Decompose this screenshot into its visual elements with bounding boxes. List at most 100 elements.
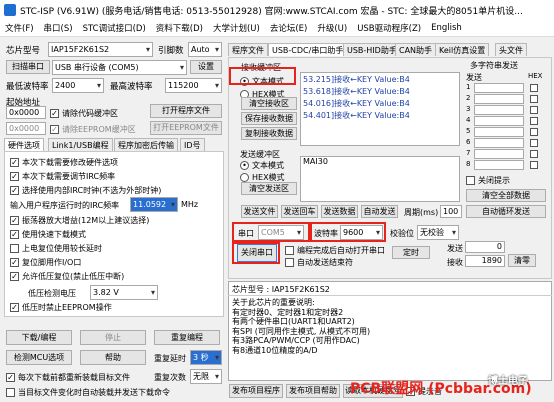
multi-row-hex-checkbox[interactable] (530, 128, 538, 136)
eeprom-addr-input[interactable]: 0x0000 (6, 122, 46, 135)
opt-gain[interactable]: ✓ 振荡器放大增益(12M以上建议选择) (10, 215, 149, 226)
send-data-button[interactable]: 发送数据 (321, 205, 358, 218)
delay-select[interactable]: 3 秒 (190, 350, 222, 365)
menu-usb-driver[interactable]: USB驱动程序(Z) (352, 22, 426, 34)
menu-file[interactable]: 文件(F) (0, 22, 39, 34)
copy-recv-button[interactable]: 复制接收数据 (241, 127, 297, 140)
publish-help-button[interactable]: 发布项目帮助 (286, 384, 340, 398)
scan-port-button[interactable]: 扫描串口 (6, 60, 50, 74)
opt-modify-hw[interactable]: ✓ 本次下载需要修改硬件选项 (10, 157, 118, 168)
count-select[interactable]: 无限 (190, 369, 222, 384)
tab-header[interactable]: 头文件 (495, 43, 527, 56)
menu-download[interactable]: 资料下载(D) (151, 22, 208, 34)
tab-keil[interactable]: Keil仿真设置 (435, 43, 490, 56)
info-line: 有SPI (可同用作主模式, 从模式不可用) (232, 326, 371, 336)
download-button[interactable]: 下载/编程 (6, 330, 72, 345)
timed-button[interactable]: 定时 (392, 246, 430, 259)
reload-label: 每次下载前都重新装载目标文件 (18, 373, 130, 382)
app-window: STC-ISP (V6.91W) (服务电话/销售电话: 0513-550129… (0, 0, 554, 402)
detect-mcu-button[interactable]: 检测MCU选项 (6, 350, 72, 365)
send-text-mode[interactable]: • 文本模式 (240, 160, 284, 171)
opt-reset-io[interactable]: ✓ 复位脚用作I/O口 (10, 257, 81, 268)
recv-log-area[interactable]: 53.215]接收←KEY Value:B4 53.618]接收←KEY Val… (300, 72, 460, 146)
tab-id[interactable]: ID号 (180, 138, 205, 151)
irc-select[interactable]: 11.0592 (130, 197, 178, 212)
tab-program-file[interactable]: 程序文件 (228, 43, 268, 56)
opt-label: 本次下载需要调节IRC频率 (22, 172, 116, 181)
send-enter-button[interactable]: 发送回车 (281, 205, 318, 218)
max-baud-select[interactable]: 115200 (165, 78, 222, 93)
menu-serial[interactable]: 串口(S) (39, 22, 78, 34)
auto-send-button[interactable]: 自动发送 (361, 205, 398, 218)
menu-university[interactable]: 大学计划(U) (208, 22, 265, 34)
clear-all-button[interactable]: 清空全部数据 (466, 189, 546, 202)
multi-row-hex-checkbox[interactable] (530, 95, 538, 103)
min-baud-select[interactable]: 2400 (52, 78, 104, 93)
program-done-check[interactable]: 编程完成后自动打开串口 (285, 245, 385, 256)
save-recv-button[interactable]: 保存接收数据 (241, 112, 297, 125)
multi-row-hex-checkbox[interactable] (530, 139, 538, 147)
multi-row-input[interactable] (474, 105, 524, 115)
multi-row-hex-checkbox[interactable] (530, 161, 538, 169)
port-select[interactable]: USB 串行设备 (COM5) (52, 60, 187, 75)
pin-select[interactable]: Auto (188, 42, 222, 57)
auto-send-check[interactable]: 当目标文件变化时自动装载并发送下载命令 (6, 387, 170, 398)
multi-row-input[interactable] (474, 94, 524, 104)
menu-english[interactable]: English (426, 23, 467, 33)
checkbox-icon (6, 388, 15, 397)
send-input[interactable]: MAI30 (300, 156, 460, 202)
clear-recv-button[interactable]: 清空接收区 (241, 97, 297, 110)
multi-row-input[interactable] (474, 83, 524, 93)
auto-cycle-button[interactable]: 自动循环发送 (466, 205, 546, 218)
parity-select[interactable]: 无校验 (417, 225, 459, 240)
help-button[interactable]: 帮助 (80, 350, 146, 365)
multi-row-hex-checkbox[interactable] (530, 84, 538, 92)
open-eeprom-button[interactable]: 打开EEPROM文件 (150, 121, 222, 135)
clear-eeprom-check[interactable]: ✓ 请除EEPROM缓冲区 (50, 124, 136, 135)
baud-label: 波特率 (314, 229, 338, 238)
opt-internal-irc[interactable]: ✓ 选择使用内部IRC时钟(不选为外部时钟) (10, 185, 161, 196)
multi-row-input[interactable] (474, 138, 524, 148)
tab-encrypt[interactable]: 程序加密后传输 (114, 138, 178, 151)
highlight-close-port (232, 242, 280, 264)
auto-end-check[interactable]: 自动发送结束符 (285, 257, 353, 268)
multi-row-input[interactable] (474, 127, 524, 137)
multi-row-input[interactable] (474, 160, 524, 170)
period-input[interactable]: 100 (440, 205, 462, 218)
serial-port-select[interactable]: COM5 (258, 225, 304, 240)
chip-select[interactable]: IAP15F2K61S2 (48, 42, 153, 57)
tab-link1[interactable]: Link1/USB编程 (48, 138, 113, 151)
multi-row-hex-checkbox[interactable] (530, 150, 538, 158)
send-file-button[interactable]: 发送文件 (241, 205, 278, 218)
tab-can[interactable]: CAN助手 (395, 43, 437, 56)
tab-hardware[interactable]: 硬件选项 (4, 138, 44, 151)
menu-debug[interactable]: STC调试接口(D) (78, 22, 151, 34)
opt-eeprom-disable[interactable]: ✓ 低压时禁止EEPROM操作 (10, 302, 112, 313)
menu-forum[interactable]: 去论坛(E) (265, 22, 313, 34)
publish-program-button[interactable]: 发布项目程序 (229, 384, 283, 398)
stop-button[interactable]: 停止 (80, 330, 146, 345)
code-addr-input[interactable]: 0x0000 (6, 106, 46, 119)
opt-fast-download[interactable]: ✓ 使用快速下载模式 (10, 229, 86, 240)
reload-check[interactable]: ✓ 每次下载前都重新装载目标文件 (6, 372, 130, 383)
clear-send-button[interactable]: 清空发送区 (241, 182, 297, 195)
clear-code-check[interactable]: ✓ 请除代码缓冲区 (50, 108, 118, 119)
clear-count-button[interactable]: 清零 (508, 254, 536, 267)
opt-long-delay[interactable]: 上电复位使用较长延时 (10, 243, 102, 254)
open-program-button[interactable]: 打开程序文件 (150, 104, 222, 118)
menu-upgrade[interactable]: 升级(U) (312, 22, 352, 34)
opt-adjust-irc[interactable]: ✓ 本次下载需要调节IRC频率 (10, 171, 115, 182)
opt-low-voltage-reset[interactable]: ✓ 允许低压复位(禁止低压中断) (10, 271, 124, 282)
multi-row-hex-checkbox[interactable] (530, 106, 538, 114)
baud-select[interactable]: 9600 (340, 225, 383, 240)
settings-button[interactable]: 设置 (190, 60, 222, 74)
lv-select[interactable]: 3.82 V (90, 285, 158, 300)
tab-hid[interactable]: USB-HID助手 (343, 43, 401, 56)
multi-row-number: 3 (466, 105, 471, 113)
multi-row-input[interactable] (474, 149, 524, 159)
close-hint-check[interactable]: 关闭提示 (466, 175, 510, 186)
multi-row-hex-checkbox[interactable] (530, 117, 538, 125)
tab-serial-assistant[interactable]: USB-CDC/串口助手 (268, 43, 348, 56)
multi-row-input[interactable] (474, 116, 524, 126)
reprogram-button[interactable]: 重复编程 (154, 330, 220, 345)
